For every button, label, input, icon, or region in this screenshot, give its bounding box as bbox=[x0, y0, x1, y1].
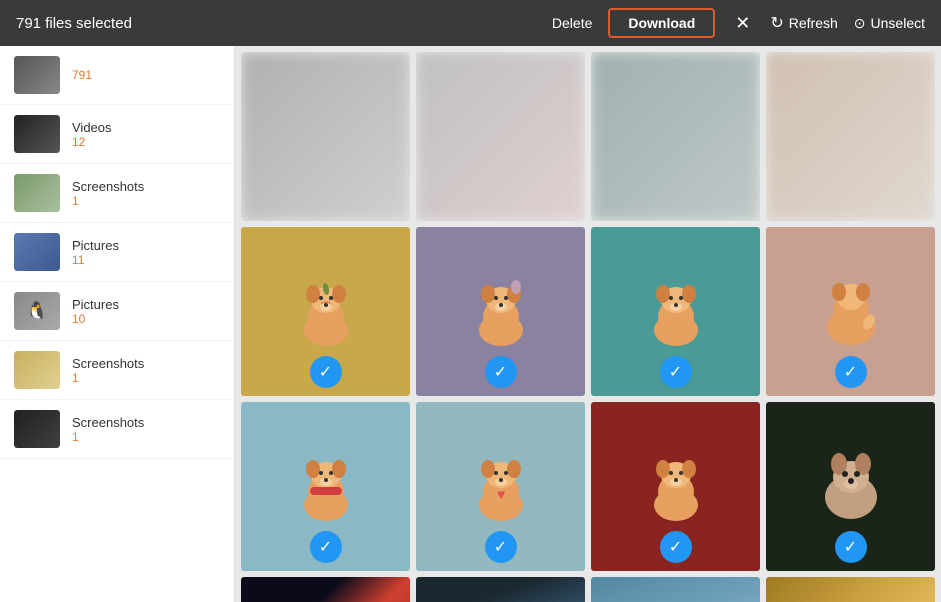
corgi-mauve-svg bbox=[461, 272, 541, 352]
image-cell-2-0[interactable]: ✓ bbox=[241, 402, 410, 571]
sidebar-count-2: 1 bbox=[72, 194, 144, 208]
image-bg-3-2 bbox=[591, 577, 760, 602]
top-bar: 791 files selected Delete Download ✕ ↻ R… bbox=[0, 0, 941, 46]
image-bg-3-3: FINE GOLD bbox=[766, 577, 935, 602]
svg-text:♥: ♥ bbox=[497, 486, 505, 502]
corgi-yellow-svg bbox=[286, 272, 366, 352]
image-bg-3-0 bbox=[241, 577, 410, 602]
download-button[interactable]: Download bbox=[608, 8, 715, 38]
corgi-red-svg bbox=[636, 447, 716, 527]
content-area: ✓ bbox=[235, 46, 941, 602]
sidebar-count-1: 12 bbox=[72, 135, 112, 149]
image-cell-1-1[interactable]: ✓ bbox=[416, 227, 585, 396]
sidebar-label-5: Screenshots bbox=[72, 356, 144, 371]
check-badge-2-3: ✓ bbox=[835, 531, 867, 563]
sidebar-thumb-3 bbox=[14, 233, 60, 271]
sidebar-item-all[interactable]: 791 bbox=[0, 46, 234, 105]
sidebar-thumb-1 bbox=[14, 115, 60, 153]
refresh-icon: ↻ bbox=[770, 13, 783, 33]
dog-dark-svg bbox=[811, 442, 891, 532]
corgi-teal-svg bbox=[636, 272, 716, 352]
sidebar-item-pictures-1[interactable]: Pictures 11 bbox=[0, 223, 234, 282]
sidebar-label-6: Screenshots bbox=[72, 415, 144, 430]
sidebar-item-screenshots-1[interactable]: Screenshots 1 bbox=[0, 164, 234, 223]
image-cell-0-2[interactable] bbox=[591, 52, 760, 221]
sidebar-thumb-0 bbox=[14, 56, 60, 94]
check-badge-1-1: ✓ bbox=[485, 356, 517, 388]
sidebar-item-videos[interactable]: Videos 12 bbox=[0, 105, 234, 164]
sidebar-count-4: 10 bbox=[72, 312, 119, 326]
sidebar-count-0: 791 bbox=[72, 68, 92, 82]
corgi-ltblue-svg bbox=[286, 447, 366, 527]
sidebar-thumb-4: 🐧 bbox=[14, 292, 60, 330]
image-cell-2-2[interactable]: ✓ bbox=[591, 402, 760, 571]
check-badge-1-0: ✓ bbox=[310, 356, 342, 388]
image-cell-3-2[interactable]: ✓ bbox=[591, 577, 760, 602]
sidebar-thumb-2 bbox=[14, 174, 60, 212]
image-cell-2-1[interactable]: ♥ ✓ bbox=[416, 402, 585, 571]
check-badge-2-0: ✓ bbox=[310, 531, 342, 563]
delete-button[interactable]: Delete bbox=[552, 15, 592, 31]
image-bg-3-1 bbox=[416, 577, 585, 602]
image-cell-3-0[interactable]: ✓ bbox=[241, 577, 410, 602]
image-cell-0-3[interactable] bbox=[766, 52, 935, 221]
refresh-button[interactable]: ↻ Refresh bbox=[770, 13, 837, 33]
image-bg-0-1 bbox=[416, 52, 585, 221]
sidebar-label-4: Pictures bbox=[72, 297, 119, 312]
sidebar-thumb-6 bbox=[14, 410, 60, 448]
sidebar-count-5: 1 bbox=[72, 371, 144, 385]
image-cell-0-1[interactable] bbox=[416, 52, 585, 221]
selected-count-label: 791 files selected bbox=[16, 15, 536, 32]
image-cell-2-3[interactable]: ✓ bbox=[766, 402, 935, 571]
corgi-salmon-svg bbox=[811, 272, 891, 352]
sidebar-label-2: Screenshots bbox=[72, 179, 144, 194]
image-grid: ✓ bbox=[241, 52, 935, 602]
image-bg-0-2 bbox=[591, 52, 760, 221]
check-badge-2-1: ✓ bbox=[485, 531, 517, 563]
main-layout: 791 Videos 12 Screenshots 1 bbox=[0, 46, 941, 602]
check-badge-1-2: ✓ bbox=[660, 356, 692, 388]
sidebar-count-3: 11 bbox=[72, 253, 119, 267]
check-badge-2-2: ✓ bbox=[660, 531, 692, 563]
image-cell-1-2[interactable]: ✓ bbox=[591, 227, 760, 396]
image-cell-3-3[interactable]: FINE GOLD ✓ bbox=[766, 577, 935, 602]
image-bg-0-3 bbox=[766, 52, 935, 221]
sidebar-item-pictures-2[interactable]: 🐧 Pictures 10 bbox=[0, 282, 234, 341]
corgi-ltblue2-svg: ♥ bbox=[461, 447, 541, 527]
check-badge-1-3: ✓ bbox=[835, 356, 867, 388]
unselect-icon: ⊙ bbox=[854, 15, 866, 32]
sidebar-count-6: 1 bbox=[72, 430, 144, 444]
sidebar: 791 Videos 12 Screenshots 1 bbox=[0, 46, 235, 602]
sidebar-label-1: Videos bbox=[72, 120, 112, 135]
sidebar-item-screenshots-3[interactable]: Screenshots 1 bbox=[0, 400, 234, 459]
close-button[interactable]: ✕ bbox=[731, 13, 754, 34]
sidebar-item-screenshots-2[interactable]: Screenshots 1 bbox=[0, 341, 234, 400]
unselect-button[interactable]: ⊙ Unselect bbox=[854, 15, 925, 32]
image-bg-0-0 bbox=[241, 52, 410, 221]
image-cell-0-0[interactable] bbox=[241, 52, 410, 221]
sidebar-thumb-5 bbox=[14, 351, 60, 389]
image-cell-1-0[interactable]: ✓ bbox=[241, 227, 410, 396]
image-cell-1-3[interactable]: ✓ bbox=[766, 227, 935, 396]
image-cell-3-1[interactable]: ✓ bbox=[416, 577, 585, 602]
sidebar-label-3: Pictures bbox=[72, 238, 119, 253]
